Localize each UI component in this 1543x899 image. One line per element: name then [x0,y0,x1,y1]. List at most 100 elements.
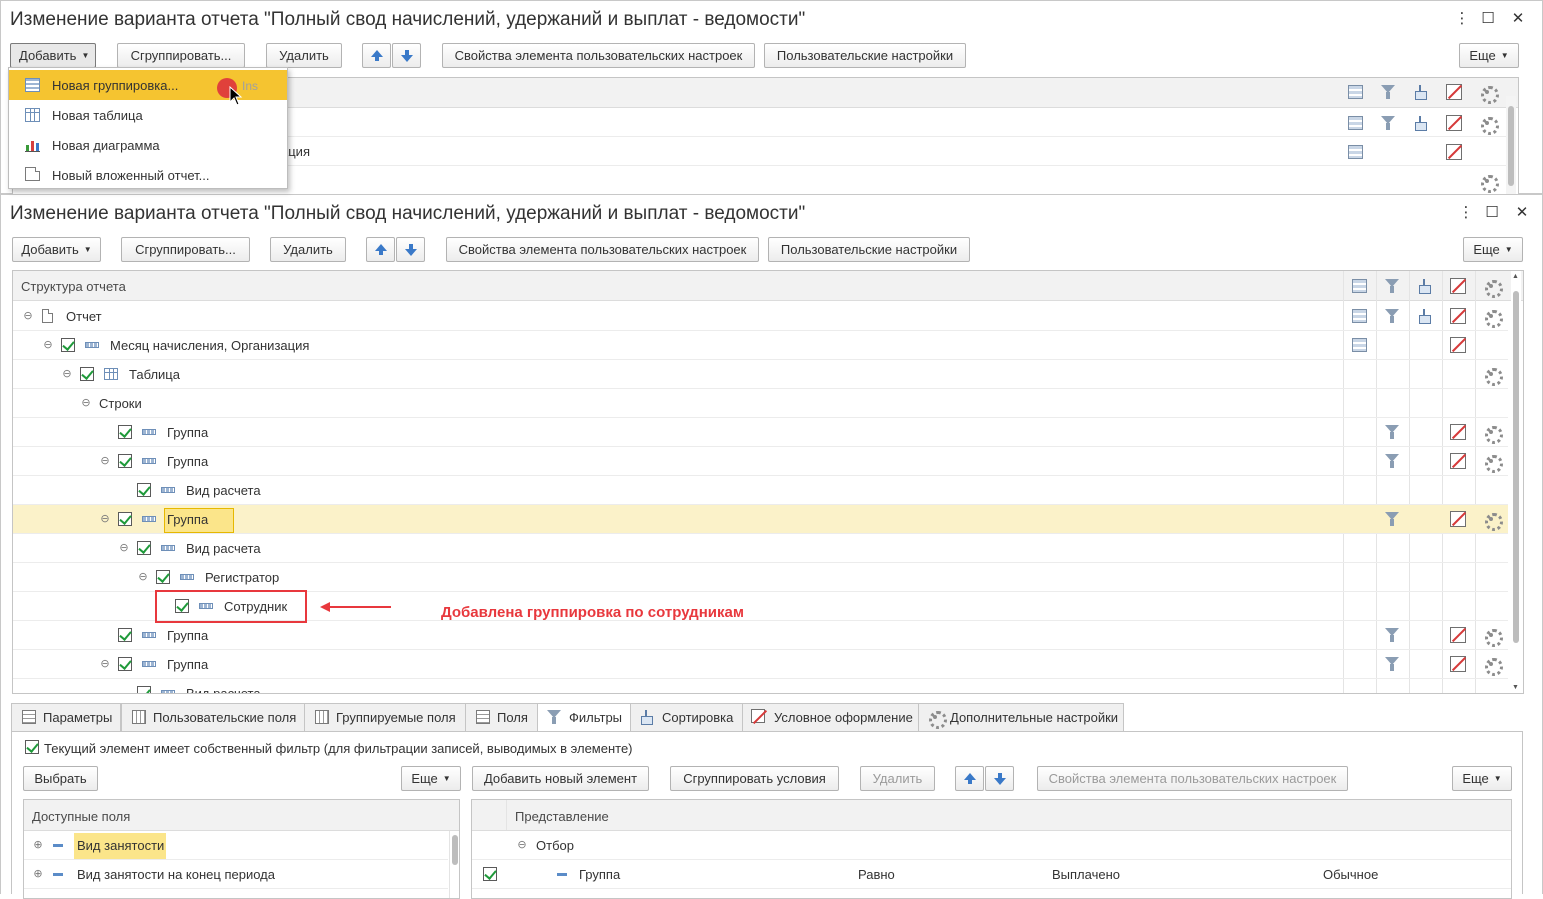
collapse-icon[interactable]: ⊖ [80,397,92,409]
row-checkbox[interactable] [118,512,132,526]
collapse-icon[interactable]: ⊖ [42,339,54,351]
collapse-icon[interactable]: ⊖ [99,455,111,467]
delete-button[interactable]: Удалить [266,43,342,68]
tab-fields[interactable]: Поля [465,703,538,731]
props-button[interactable]: Свойства элемента пользовательских настр… [442,43,755,68]
more-button[interactable]: Еще ▼ [401,766,461,791]
field-row[interactable]: ⊕ Вид занятости [24,831,448,860]
tab-sorting[interactable]: Сортировка [630,703,743,731]
move-up-button[interactable] [362,43,391,68]
tab-filters[interactable]: Фильтры [537,703,631,732]
collapse-icon[interactable]: ⊖ [516,839,528,851]
row-text: Строки [99,396,142,411]
scrollbar[interactable] [449,831,459,898]
move-down-button[interactable] [396,237,425,262]
maximize-icon[interactable]: ☐ [1479,10,1497,28]
menu-item-new-grouping[interactable]: Новая группировка... Ins [9,70,287,106]
move-down-button[interactable] [392,43,421,68]
props-button[interactable]: Свойства элемента пользовательских настр… [1037,766,1348,791]
scrollbar[interactable]: ▲ ▼ [1511,271,1521,693]
row-text: Месяц начисления, Организация [110,338,310,353]
grid-header: Доступные поля [24,800,459,831]
collapse-icon[interactable]: ⊖ [99,513,111,525]
add-button[interactable]: Добавить ▼ [10,43,96,68]
group-button[interactable]: Сгруппировать... [121,237,250,262]
collapse-icon[interactable]: ⊖ [61,368,73,380]
group-conditions-button[interactable]: Сгруппировать условия [670,766,839,791]
row-checkbox[interactable] [80,367,94,381]
other-settings-icon [1483,511,1503,531]
add-button[interactable]: Добавить ▼ [12,237,101,262]
tab-parameters[interactable]: Параметры [11,703,121,731]
tree-row[interactable]: Вид расчета [13,679,1508,693]
move-up-button[interactable] [955,766,984,791]
more-icon[interactable]: ⋮ [1457,204,1475,222]
tab-grouped-fields[interactable]: Группируемые поля [304,703,476,731]
condition-checkbox[interactable] [483,867,497,881]
menu-item-new-nested-report[interactable]: Новый вложенный отчет... [9,160,287,190]
tree-row[interactable]: ⊖ Группа [13,447,1508,476]
tree-row[interactable]: ⊖ Группа [13,650,1508,679]
collapse-icon[interactable]: ⊖ [118,542,130,554]
condition-row[interactable]: Группа Равно Выплачено Обычное [472,860,1511,889]
tab-conditional-format[interactable]: Условное оформление [742,703,919,731]
scroll-up-icon[interactable]: ▲ [1512,273,1519,280]
tab-additional-settings[interactable]: Дополнительные настройки [918,703,1124,731]
tree-row[interactable]: Группа [13,418,1508,447]
row-checkbox[interactable] [118,628,132,642]
own-filter-checkbox[interactable] [25,740,39,754]
menu-item-new-table[interactable]: Новая таблица [9,100,287,130]
move-up-button[interactable] [366,237,395,262]
row-checkbox[interactable] [137,686,151,693]
row-checkbox[interactable] [156,570,170,584]
menu-item-label: Новая таблица [52,108,143,123]
tree-row[interactable]: ⊖ Месяц начисления, Организация [13,331,1508,360]
maximize-icon[interactable]: ☐ [1483,204,1501,222]
tree-row[interactable]: Сотрудник [13,590,1508,623]
move-down-button[interactable] [985,766,1014,791]
user-settings-button[interactable]: Пользовательские настройки [768,237,970,262]
tab-user-fields[interactable]: Пользовательские поля [121,703,316,731]
more-button[interactable]: Еще ▼ [1459,43,1519,68]
scrollbar[interactable] [1506,96,1516,196]
group-button[interactable]: Сгруппировать... [117,43,245,68]
delete-button[interactable]: Удалить [860,766,935,791]
delete-button[interactable]: Удалить [270,237,346,262]
tree-row[interactable]: ⊖ Отчет [13,302,1508,331]
user-settings-button[interactable]: Пользовательские настройки [764,43,966,68]
close-icon[interactable]: ✕ [1513,204,1531,222]
row-checkbox[interactable] [118,657,132,671]
field-row[interactable]: ⊕ Вид занятости на конец периода [24,860,448,889]
tree-row[interactable]: ⊖ Строки [13,389,1508,418]
tree-row-selected[interactable]: ⊖ Группа [13,505,1508,534]
collapse-icon[interactable]: ⊖ [137,571,149,583]
tree-row[interactable]: ⊖ Вид расчета [13,534,1508,563]
row-checkbox[interactable] [137,541,151,555]
scroll-down-icon[interactable]: ▼ [1512,684,1519,691]
row-checkbox[interactable] [118,425,132,439]
row-checkbox[interactable] [175,599,189,613]
tree-row[interactable]: ⊖ Регистратор [13,563,1508,592]
row-checkbox[interactable] [118,454,132,468]
collapse-icon[interactable]: ⊖ [99,658,111,670]
tree-row[interactable]: Группа [13,621,1508,650]
tree-row[interactable]: Вид расчета [13,476,1508,505]
collapse-icon[interactable]: ⊖ [22,310,34,322]
expand-icon[interactable]: ⊕ [32,839,44,851]
more-icon[interactable]: ⋮ [1453,10,1471,28]
more-button[interactable]: Еще ▼ [1463,237,1523,262]
tree-row[interactable]: ⊖ Таблица [13,360,1508,389]
close-icon[interactable]: ✕ [1509,10,1527,28]
more-button-right[interactable]: Еще ▼ [1452,766,1512,791]
row-checkbox[interactable] [61,338,75,352]
menu-item-new-chart[interactable]: Новая диаграмма [9,130,287,160]
props-button[interactable]: Свойства элемента пользовательских настр… [446,237,759,262]
condition-row[interactable]: ⊖ Отбор [472,831,1511,860]
add-new-element-button[interactable]: Добавить новый элемент [472,766,649,791]
choose-button[interactable]: Выбрать [23,766,98,791]
row-text: Группа [167,512,209,527]
expand-icon[interactable]: ⊕ [32,868,44,880]
conditional-format-icon [1450,308,1466,324]
condition-field: Группа [579,867,621,882]
row-checkbox[interactable] [137,483,151,497]
